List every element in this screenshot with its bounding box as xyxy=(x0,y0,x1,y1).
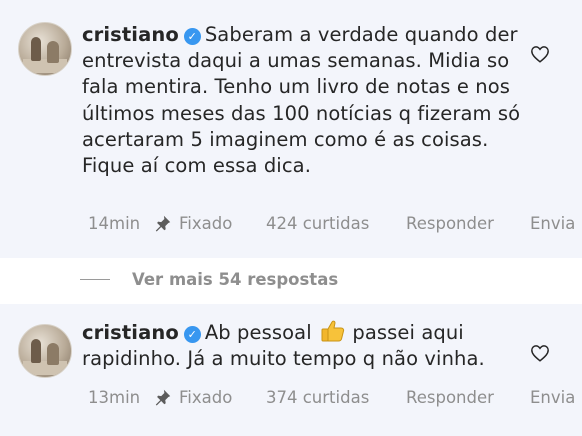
divider xyxy=(80,278,110,280)
send-button[interactable]: Envia xyxy=(530,388,575,407)
timestamp: 13min xyxy=(88,387,141,407)
timestamp: 14min xyxy=(88,213,141,233)
avatar[interactable] xyxy=(18,324,72,378)
comment-pinned-1: cristiano ✓ Saberam a verdade quando der e… xyxy=(0,0,582,258)
verified-badge-icon: ✓ xyxy=(183,28,201,45)
pin-icon xyxy=(155,389,171,406)
send-button[interactable]: Envia xyxy=(530,214,575,233)
comment-text-start: Ab pessoal xyxy=(204,321,312,344)
comment-pinned-2: cristiano ✓ Ab pessoal passei aqui rapidin… xyxy=(0,304,582,436)
comment-meta: 13min Fixado 374 curtidas Responder Envi… xyxy=(88,386,575,408)
likes-count[interactable]: 424 curtidas xyxy=(266,214,406,233)
pinned-indicator: Fixado xyxy=(154,388,266,407)
view-more-replies[interactable]: Ver mais 54 respostas xyxy=(80,268,338,290)
username[interactable]: cristiano xyxy=(82,321,179,344)
heart-icon[interactable] xyxy=(530,344,550,362)
heart-icon[interactable] xyxy=(530,45,550,63)
pinned-label: Fixado xyxy=(179,387,233,407)
comment-body: cristiano ✓ Ab pessoal passei aqui rapidin… xyxy=(82,319,522,372)
thumbs-up-emoji xyxy=(321,320,345,342)
pinned-label: Fixado xyxy=(179,213,233,233)
reply-button[interactable]: Responder xyxy=(406,388,530,407)
pin-icon xyxy=(155,215,171,232)
pinned-indicator: Fixado xyxy=(154,214,266,233)
username[interactable]: cristiano xyxy=(82,23,179,46)
avatar[interactable] xyxy=(18,22,72,76)
verified-badge-icon: ✓ xyxy=(183,326,201,343)
comment-body: cristiano ✓ Saberam a verdade quando der e… xyxy=(82,22,522,179)
comment-text: Saberam a verdade quando der entrevista … xyxy=(82,23,521,178)
view-more-label[interactable]: Ver mais 54 respostas xyxy=(132,270,338,289)
reply-button[interactable]: Responder xyxy=(406,214,530,233)
likes-count[interactable]: 374 curtidas xyxy=(266,388,406,407)
comment-meta: 14min Fixado 424 curtidas Responder Envi… xyxy=(88,212,575,234)
